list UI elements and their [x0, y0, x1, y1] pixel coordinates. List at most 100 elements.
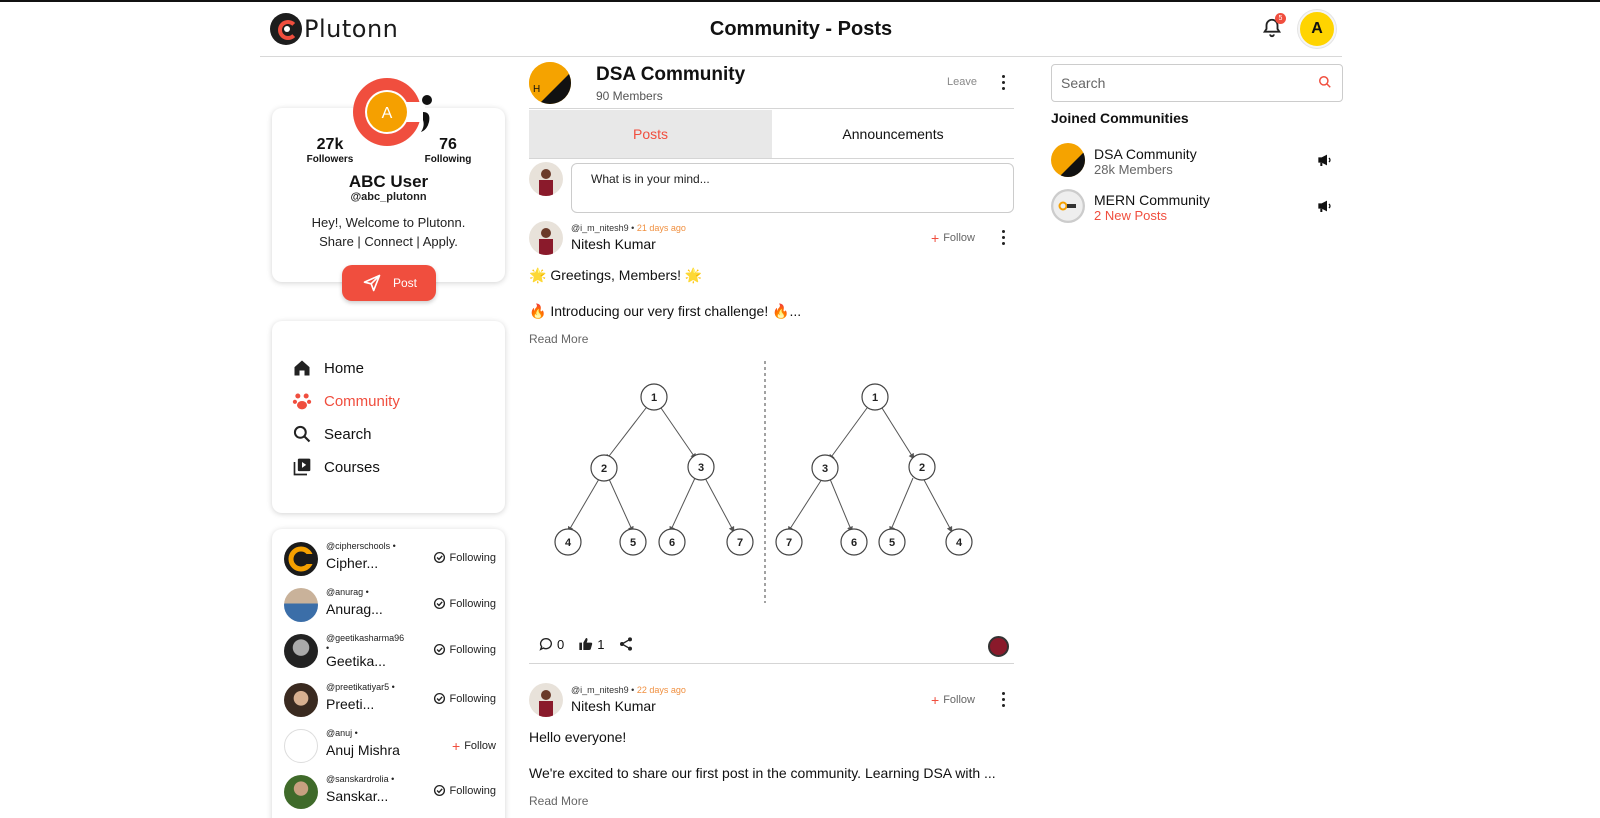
author-name[interactable]: Nitesh Kumar [571, 236, 656, 252]
follow-button[interactable]: + Follow [931, 692, 975, 708]
list-item[interactable]: @anuj • Anuj Mishra + Follow [284, 726, 496, 766]
send-icon [363, 274, 381, 292]
courses-icon [293, 458, 311, 476]
avatar [284, 683, 318, 717]
plus-icon: + [931, 692, 940, 708]
cipherschools-logo-icon [288, 546, 314, 572]
community-name: MERN Community [1094, 192, 1210, 208]
follow-name: Geetika... [326, 653, 386, 669]
followers-stat[interactable]: 27k Followers [300, 136, 360, 165]
svg-text:H: H [533, 84, 540, 95]
following-stat[interactable]: 76 Following [418, 136, 478, 165]
author-avatar[interactable] [529, 221, 563, 255]
follow-button[interactable]: + Follow [931, 230, 975, 246]
follow-handle: @anurag • [326, 587, 369, 597]
divider [529, 663, 1014, 664]
follow-status: Following [449, 643, 496, 656]
post-more-icon[interactable] [1001, 692, 1005, 708]
tree-node: 6 [851, 537, 857, 549]
nav-item-courses[interactable]: Courses [292, 457, 380, 477]
search-placeholder: Search [1061, 75, 1106, 91]
following-list-card: @cipherschools • Cipher... Following @an… [272, 529, 505, 818]
nav-label-courses: Courses [324, 458, 380, 476]
following-button[interactable]: Following [433, 692, 496, 705]
joined-communities-title: Joined Communities [1051, 110, 1189, 126]
follow-handle: @cipherschools • [326, 541, 396, 551]
follow-status: Following [449, 784, 496, 797]
joined-community-item[interactable]: MERN Community 2 New Posts [1051, 189, 1333, 225]
divider [529, 108, 1014, 109]
notifications-button[interactable]: 5 [1261, 13, 1286, 42]
list-item[interactable]: @anurag • Anurag... Following [284, 585, 496, 625]
follow-name: Anurag... [326, 601, 383, 617]
tab-announcements[interactable]: Announcements [772, 110, 1014, 158]
list-item[interactable]: @sanskardrolia • Sanskar... Following [284, 772, 496, 812]
share-button[interactable] [618, 636, 634, 652]
following-button[interactable]: Following [433, 597, 496, 610]
author-avatar[interactable] [529, 683, 563, 717]
community-more-icon[interactable] [1001, 75, 1005, 91]
profile-avatar-initial: A [382, 105, 393, 122]
tree-node: 1 [872, 392, 878, 404]
nav-item-home[interactable]: Home [292, 358, 364, 378]
tree-node: 7 [786, 537, 792, 549]
follow-status: Following [449, 597, 496, 610]
composer-avatar [529, 162, 563, 196]
avatar [284, 634, 318, 668]
community-members: 90 Members [596, 89, 663, 103]
read-more-link[interactable]: Read More [529, 332, 588, 346]
search-input[interactable]: Search [1051, 64, 1343, 102]
tree-node: 3 [822, 463, 828, 475]
check-circle-icon [433, 784, 445, 797]
list-item[interactable]: @preetikatiyar5 • Preeti... Following [284, 680, 496, 720]
search-icon [293, 425, 311, 443]
follow-handle: @geetikasharma96 • [326, 633, 405, 653]
list-item[interactable]: @cipherschools • Cipher... Following [284, 539, 496, 579]
post-image-binary-trees[interactable]: 1 2 3 4 5 6 7 1 3 2 7 6 5 4 [529, 357, 1014, 607]
megaphone-icon[interactable] [1317, 153, 1333, 167]
community-name: DSA Community [1094, 146, 1197, 162]
megaphone-icon[interactable] [1317, 199, 1333, 213]
liker-avatar[interactable] [988, 636, 1009, 657]
followers-label: Followers [306, 154, 354, 165]
tree-node: 5 [630, 537, 636, 549]
check-circle-icon [433, 643, 445, 656]
following-count: 76 [439, 136, 457, 153]
author-name[interactable]: Nitesh Kumar [571, 698, 656, 714]
joined-community-item[interactable]: DSA Community 28k Members [1051, 143, 1333, 179]
user-handle: @abc_plutonn [350, 191, 427, 203]
tab-posts[interactable]: Posts [529, 110, 772, 158]
following-button[interactable]: Following [433, 551, 496, 564]
tree-node: 1 [651, 392, 657, 404]
nav-item-search[interactable]: Search [292, 424, 372, 444]
follow-handle: @anuj • [326, 728, 358, 738]
post-more-icon[interactable] [1001, 230, 1005, 246]
follow-name: Preeti... [326, 696, 375, 712]
following-button[interactable]: Following [433, 784, 496, 797]
avatar [284, 542, 318, 576]
comment-button[interactable]: 0 [538, 636, 564, 652]
nav-item-community[interactable]: Community [292, 391, 400, 411]
post-card: @i_m_nitesh9 • 22 days ago Nitesh Kumar … [529, 683, 1014, 818]
dsa-community-logo-icon [1051, 143, 1085, 177]
community-logo: H [529, 62, 571, 104]
post-composer-input[interactable]: What is in your mind... [571, 163, 1014, 213]
read-more-link[interactable]: Read More [529, 794, 588, 808]
follow-handle: @sanskardrolia • [326, 774, 395, 784]
following-button[interactable]: Following [433, 643, 496, 656]
tree-node: 7 [737, 537, 743, 549]
like-button[interactable]: 1 [578, 636, 604, 652]
top-bar: Plutonn Community - Posts 5 A [260, 2, 1342, 57]
author-handle: @i_m_nitesh9 • 22 days ago [571, 685, 686, 695]
create-post-button[interactable]: Post [342, 265, 436, 301]
check-circle-icon [433, 597, 445, 610]
leave-button[interactable]: Leave [947, 76, 977, 88]
list-item[interactable]: @geetikasharma96 • Geetika... Following [284, 631, 496, 671]
user-name: ABC User [348, 172, 429, 191]
user-avatar[interactable]: A [1298, 10, 1336, 48]
home-icon [294, 360, 310, 376]
follow-button[interactable]: + Follow [452, 738, 496, 754]
search-icon [1319, 76, 1331, 88]
avatar [284, 729, 318, 763]
follow-name: Sanskar... [326, 788, 389, 804]
